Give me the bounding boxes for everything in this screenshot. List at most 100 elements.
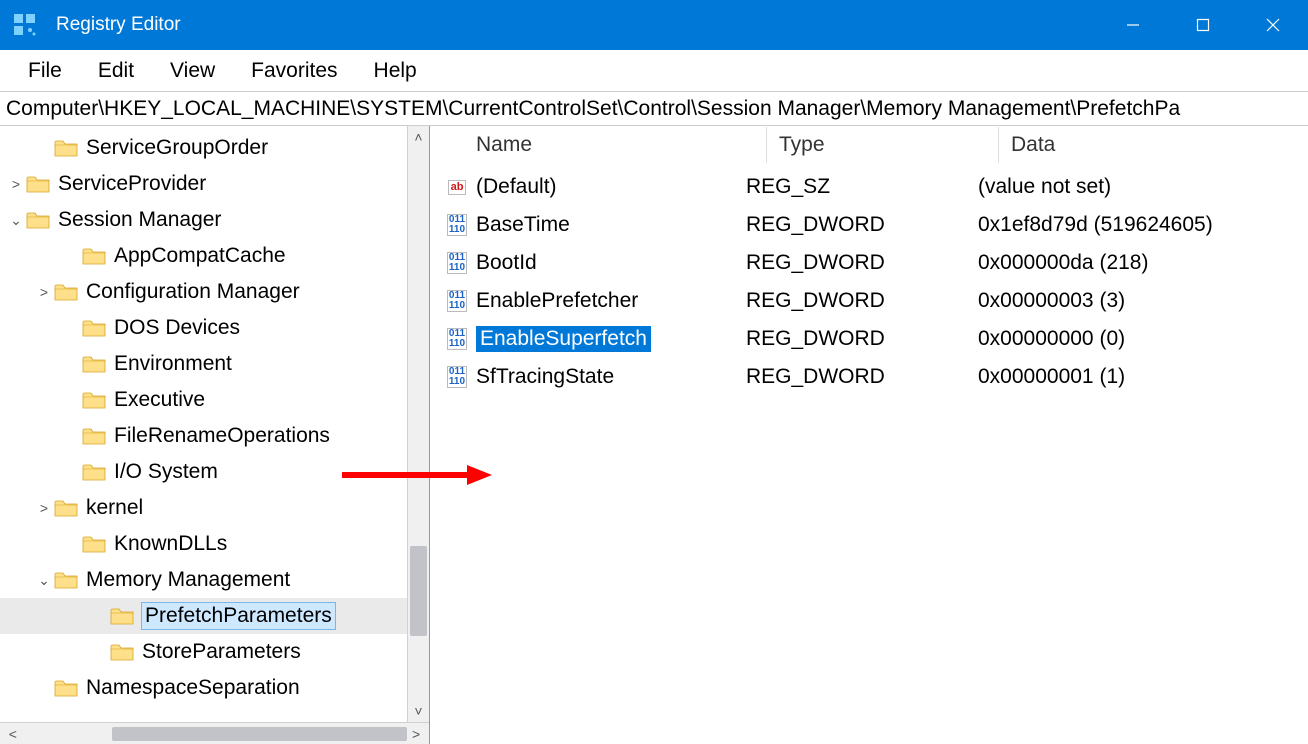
reg-string-icon: ab — [444, 176, 470, 198]
tree-item-label: I/O System — [114, 460, 218, 483]
list-row[interactable]: 011110BootIdREG_DWORD0x000000da (218) — [430, 244, 1308, 282]
tree-item-label: AppCompatCache — [114, 244, 286, 267]
tree-list[interactable]: ServiceGroupOrder > ServiceProvider ⌄Sessio… — [0, 126, 407, 744]
folder-icon — [26, 174, 50, 194]
folder-icon — [82, 390, 106, 410]
app-icon — [12, 12, 38, 38]
list-row[interactable]: 011110SfTracingStateREG_DWORD0x00000001 … — [430, 358, 1308, 396]
tree-item[interactable]: DOS Devices — [0, 310, 407, 346]
window-title: Registry Editor — [56, 14, 1098, 36]
reg-dword-icon: 011110 — [444, 252, 470, 274]
reg-dword-icon: 011110 — [444, 290, 470, 312]
folder-icon — [82, 534, 106, 554]
tree-item[interactable]: ⌄ Memory Management — [0, 562, 407, 598]
close-button[interactable] — [1238, 0, 1308, 50]
folder-icon — [110, 606, 134, 626]
folder-icon — [110, 642, 134, 662]
value-type: REG_DWORD — [734, 251, 966, 275]
menu-file[interactable]: File — [10, 53, 80, 89]
tree-item[interactable]: KnownDLLs — [0, 526, 407, 562]
tree-item[interactable]: ServiceGroupOrder — [0, 130, 407, 166]
folder-icon — [82, 318, 106, 338]
folder-icon — [82, 246, 106, 266]
chevron-right-icon[interactable]: > — [34, 500, 54, 516]
maximize-button[interactable] — [1168, 0, 1238, 50]
value-type: REG_SZ — [734, 175, 966, 199]
value-name: (Default) — [476, 175, 557, 199]
tree-item-label: FileRenameOperations — [114, 424, 330, 447]
list-row[interactable]: ab (Default) REG_SZ(value not set) — [430, 168, 1308, 206]
scroll-thumb-h[interactable] — [112, 727, 408, 741]
tree-pane: ServiceGroupOrder > ServiceProvider ⌄Sessio… — [0, 126, 430, 744]
tree-item[interactable]: StoreParameters — [0, 634, 407, 670]
scroll-right-icon[interactable]: > — [407, 726, 425, 742]
tree-item[interactable]: > Configuration Manager — [0, 274, 407, 310]
tree-item-label: ServiceProvider — [58, 172, 206, 195]
tree-vertical-scrollbar[interactable]: ˄ ˅ — [407, 126, 429, 744]
scroll-down-icon[interactable]: ˅ — [408, 700, 429, 722]
tree-item-label: NamespaceSeparation — [86, 676, 300, 699]
tree-item-label: kernel — [86, 496, 143, 519]
folder-icon — [54, 282, 78, 302]
list-row[interactable]: 011110EnableSuperfetchREG_DWORD0x0000000… — [430, 320, 1308, 358]
menu-favorites[interactable]: Favorites — [233, 53, 355, 89]
minimize-button[interactable] — [1098, 0, 1168, 50]
value-type: REG_DWORD — [734, 327, 966, 351]
menu-help[interactable]: Help — [356, 53, 435, 89]
value-type: REG_DWORD — [734, 365, 966, 389]
chevron-right-icon[interactable]: > — [34, 284, 54, 300]
column-data[interactable]: Data — [998, 127, 1308, 163]
folder-icon — [82, 354, 106, 374]
menu-bar: File Edit View Favorites Help — [0, 50, 1308, 92]
column-name[interactable]: Name — [476, 127, 766, 163]
reg-dword-icon: 011110 — [444, 328, 470, 350]
value-data: (value not set) — [966, 175, 1308, 199]
list-row[interactable]: 011110 EnablePrefetcher REG_DWORD0x0000000… — [430, 282, 1308, 320]
tree-item[interactable]: ⌄Session Manager — [0, 202, 407, 238]
chevron-down-icon[interactable]: ⌄ — [34, 572, 54, 589]
folder-icon — [54, 570, 78, 590]
folder-icon — [82, 462, 106, 482]
menu-view[interactable]: View — [152, 53, 233, 89]
tree-item-label: PrefetchParameters — [145, 604, 332, 627]
list-header: Name Type Data — [430, 126, 1308, 164]
tree-item[interactable]: NamespaceSeparation — [0, 670, 407, 706]
tree-item-label: StoreParameters — [142, 640, 301, 663]
scroll-left-icon[interactable]: < — [4, 726, 22, 742]
value-type: REG_DWORD — [734, 289, 966, 313]
folder-icon — [82, 426, 106, 446]
scroll-up-icon[interactable]: ˄ — [408, 126, 429, 148]
tree-item[interactable]: PrefetchParameters — [0, 598, 407, 634]
value-name: BootId — [476, 251, 537, 275]
tree-horizontal-scrollbar[interactable]: < > — [0, 722, 429, 744]
menu-edit[interactable]: Edit — [80, 53, 152, 89]
chevron-right-icon[interactable]: > — [6, 176, 26, 192]
chevron-down-icon[interactable]: ⌄ — [6, 212, 26, 229]
list-row[interactable]: 011110BaseTimeREG_DWORD0x1ef8d79d (51962… — [430, 206, 1308, 244]
list-rows[interactable]: ab (Default) REG_SZ(value not set) 011110Ba… — [430, 164, 1308, 396]
folder-icon — [54, 138, 78, 158]
tree-item-label: Configuration Manager — [86, 280, 300, 303]
value-data: 0x00000003 (3) — [966, 289, 1308, 313]
tree-item[interactable]: I/O System — [0, 454, 407, 490]
tree-item-label: Memory Management — [86, 568, 290, 591]
column-type[interactable]: Type — [766, 127, 998, 163]
tree-item[interactable]: Environment — [0, 346, 407, 382]
tree-item[interactable]: > ServiceProvider — [0, 166, 407, 202]
tree-item-label: Environment — [114, 352, 232, 375]
window-controls — [1098, 0, 1308, 50]
tree-item[interactable]: Executive — [0, 382, 407, 418]
scroll-thumb[interactable] — [410, 546, 427, 636]
value-name: EnablePrefetcher — [476, 289, 638, 313]
content-area: ServiceGroupOrder > ServiceProvider ⌄Sessio… — [0, 126, 1308, 744]
folder-icon — [26, 210, 50, 230]
tree-item[interactable]: FileRenameOperations — [0, 418, 407, 454]
tree-item[interactable]: > kernel — [0, 490, 407, 526]
tree-item[interactable]: AppCompatCache — [0, 238, 407, 274]
value-data: 0x00000001 (1) — [966, 365, 1308, 389]
tree-item-label: ServiceGroupOrder — [86, 136, 268, 159]
value-data: 0x00000000 (0) — [966, 327, 1308, 351]
address-bar[interactable]: Computer\HKEY_LOCAL_MACHINE\SYSTEM\Curre… — [0, 92, 1308, 126]
tree-item-label: Executive — [114, 388, 205, 411]
title-bar: Registry Editor — [0, 0, 1308, 50]
